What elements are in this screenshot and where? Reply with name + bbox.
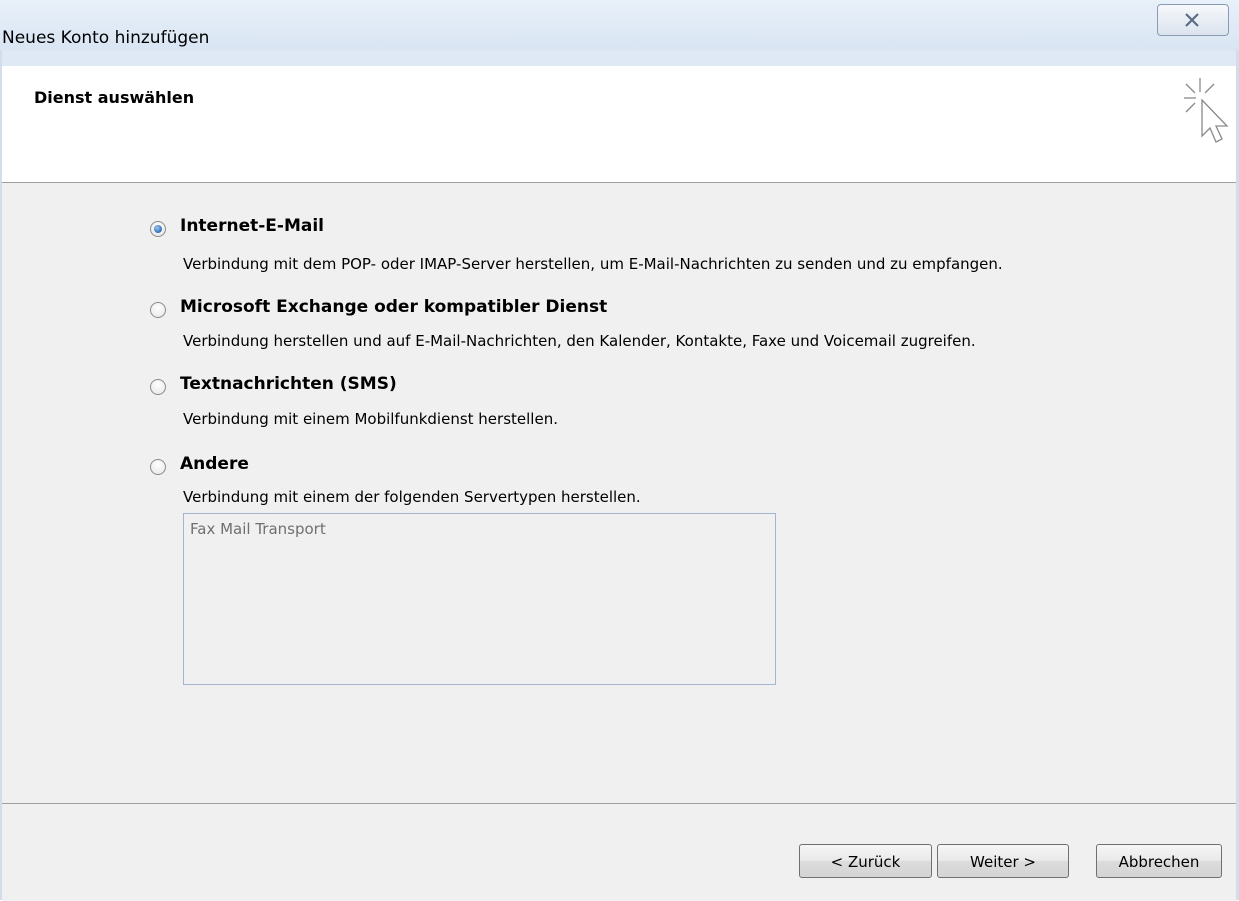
option-description: Verbindung herstellen und auf E-Mail-Nac… bbox=[183, 332, 976, 350]
option-description: Verbindung mit dem POP- oder IMAP-Server… bbox=[183, 255, 1003, 273]
option-description: Verbindung mit einem Mobilfunkdienst her… bbox=[183, 410, 558, 428]
page-title: Dienst auswählen bbox=[34, 88, 195, 107]
option-description: Verbindung mit einem der folgenden Serve… bbox=[183, 488, 641, 506]
next-button[interactable]: Weiter > bbox=[937, 844, 1069, 878]
option-label[interactable]: Microsoft Exchange oder kompatibler Dien… bbox=[180, 297, 607, 317]
button-bar: < Zurück Weiter > Abbrechen bbox=[2, 803, 1236, 901]
window-title: Neues Konto hinzufügen bbox=[2, 28, 210, 48]
dialog-window: Neues Konto hinzufügen Dienst auswählen … bbox=[0, 0, 1239, 901]
title-bar[interactable]: Neues Konto hinzufügen bbox=[0, 0, 1239, 50]
option-label[interactable]: Textnachrichten (SMS) bbox=[180, 374, 397, 394]
radio-internet-email[interactable] bbox=[150, 221, 166, 237]
list-item[interactable]: Fax Mail Transport bbox=[190, 520, 326, 538]
radio-exchange[interactable] bbox=[150, 302, 166, 318]
close-button[interactable] bbox=[1157, 4, 1229, 36]
server-type-list[interactable]: Fax Mail Transport bbox=[183, 513, 776, 685]
back-button[interactable]: < Zurück bbox=[799, 844, 932, 878]
cancel-button[interactable]: Abbrechen bbox=[1096, 844, 1222, 878]
radio-other[interactable] bbox=[150, 459, 166, 475]
radio-sms[interactable] bbox=[150, 379, 166, 395]
wizard-header: Dienst auswählen bbox=[2, 66, 1236, 183]
option-label[interactable]: Andere bbox=[180, 454, 249, 474]
content-area: Internet-E-Mail Verbindung mit dem POP- … bbox=[2, 183, 1236, 803]
cursor-sparkle-icon bbox=[1184, 78, 1229, 143]
close-icon bbox=[1185, 13, 1199, 27]
option-label[interactable]: Internet-E-Mail bbox=[180, 216, 324, 236]
